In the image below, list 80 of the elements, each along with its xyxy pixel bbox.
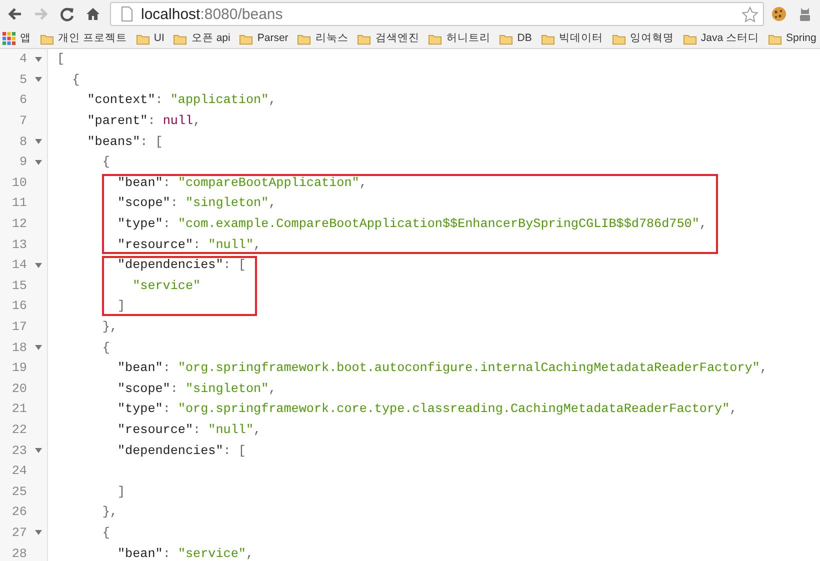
fold-arrow-icon[interactable] [35,530,42,536]
line-number: 25 [10,484,27,499]
code-line: ] [116,299,126,314]
code-line: "dependencies": [ [116,258,246,272]
line-number: 15 [10,278,27,293]
code-line: { [101,340,110,355]
bookmark-folder[interactable]: Parser [239,32,288,44]
fold-arrow-icon[interactable] [35,56,42,62]
code-line: "type": "org.springframework.core.type.classreading.CachingMetadataReaderFactory", [116,402,738,416]
fold-arrow-icon[interactable] [35,139,42,144]
line-number: 9 [18,155,27,170]
line-number: 21 [10,402,27,416]
bookmark-folder[interactable]: Spring [768,32,816,44]
code-line: "resource": "null", [116,422,262,437]
code-line: { [101,155,110,170]
line-number: 20 [10,382,27,396]
code-line: "bean": "service", [116,546,254,561]
bookmark-folder[interactable]: 오픈 api [173,31,230,45]
line-number: 18 [10,340,27,355]
bookmark-folder[interactable]: DB [499,32,532,44]
code-line: "scope": "singleton", [116,196,276,210]
cookie-drawing [771,6,787,22]
line-number: 5 [18,72,27,87]
bookmark-folder[interactable]: Java 스터디 [682,31,759,45]
bookmark-folder[interactable]: 리눅스 [297,31,348,45]
star-icon [741,6,759,22]
code-line: "bean": "compareBootApplication", [116,176,367,190]
fold-arrow-icon[interactable] [35,160,42,165]
line-number: 17 [10,320,27,334]
code-line: "resource": "null", [116,238,262,252]
address-bar[interactable]: localhost:8080/beans [110,2,764,26]
line-number: 11 [10,196,27,210]
fold-arrow-icon[interactable] [35,448,42,454]
line-number: 13 [10,238,27,252]
bookmark-folder[interactable]: 빅데이터 [540,31,603,45]
bookmark-folder[interactable]: 잉여혁명 [612,31,674,45]
line-number: 6 [18,93,27,108]
apps-grid-icon [2,32,16,44]
fold-arrow-icon[interactable] [35,262,42,268]
code-line: "type": "com.example.CompareBootApplication$$EnhancerBySpringCGLIB$$d786d750", [116,217,707,232]
url-text: localhost:8080/beans [141,6,284,22]
code-line: "dependencies": [ [116,444,246,458]
apps-shortcut[interactable]: 앱 [2,31,31,45]
line-number: 19 [10,361,27,376]
forward-arrow-icon [33,6,49,22]
back-arrow-icon [7,6,23,22]
line-number: 10 [10,176,27,190]
code-line: }, [101,320,118,334]
line-number: 7 [18,114,27,128]
line-number: 14 [10,258,27,272]
bookmark-folder[interactable]: 허니트리 [428,31,490,45]
code-line: "context": "application", [86,93,276,108]
bookmark-folder[interactable]: UI [136,32,164,44]
fold-arrow-icon[interactable] [35,345,42,350]
line-number: 8 [18,134,27,149]
line-number: 24 [10,464,27,478]
line-number: 26 [10,505,27,520]
page-icon [119,6,135,22]
code-line: "scope": "singleton", [116,382,276,396]
line-number: 12 [10,217,27,232]
reload-icon [59,6,75,22]
line-number: 28 [10,546,27,561]
code-line: }, [101,505,118,520]
home-icon [85,6,101,22]
bookmark-folder[interactable]: 개인 프로젝트 [40,31,127,45]
code-line: "service" [132,278,201,293]
code-line: "parent": null, [86,114,201,128]
fold-arrow-icon[interactable] [35,77,42,82]
code-line: { [71,72,80,87]
code-line: [ [56,52,65,66]
code-line: ] [116,484,126,499]
line-number: 23 [10,444,27,458]
code-line: "beans": [ [86,134,163,149]
code-line: "bean": "org.springframework.boot.autoconfigure.internalCachingMetadataReaderFactory", [116,361,768,376]
bookmark-folder[interactable]: 검색엔진 [357,31,420,45]
code-line: { [101,526,110,540]
line-number: 22 [10,422,27,437]
line-number: 27 [10,526,27,540]
line-number: 4 [18,52,27,66]
line-number: 16 [10,299,27,314]
